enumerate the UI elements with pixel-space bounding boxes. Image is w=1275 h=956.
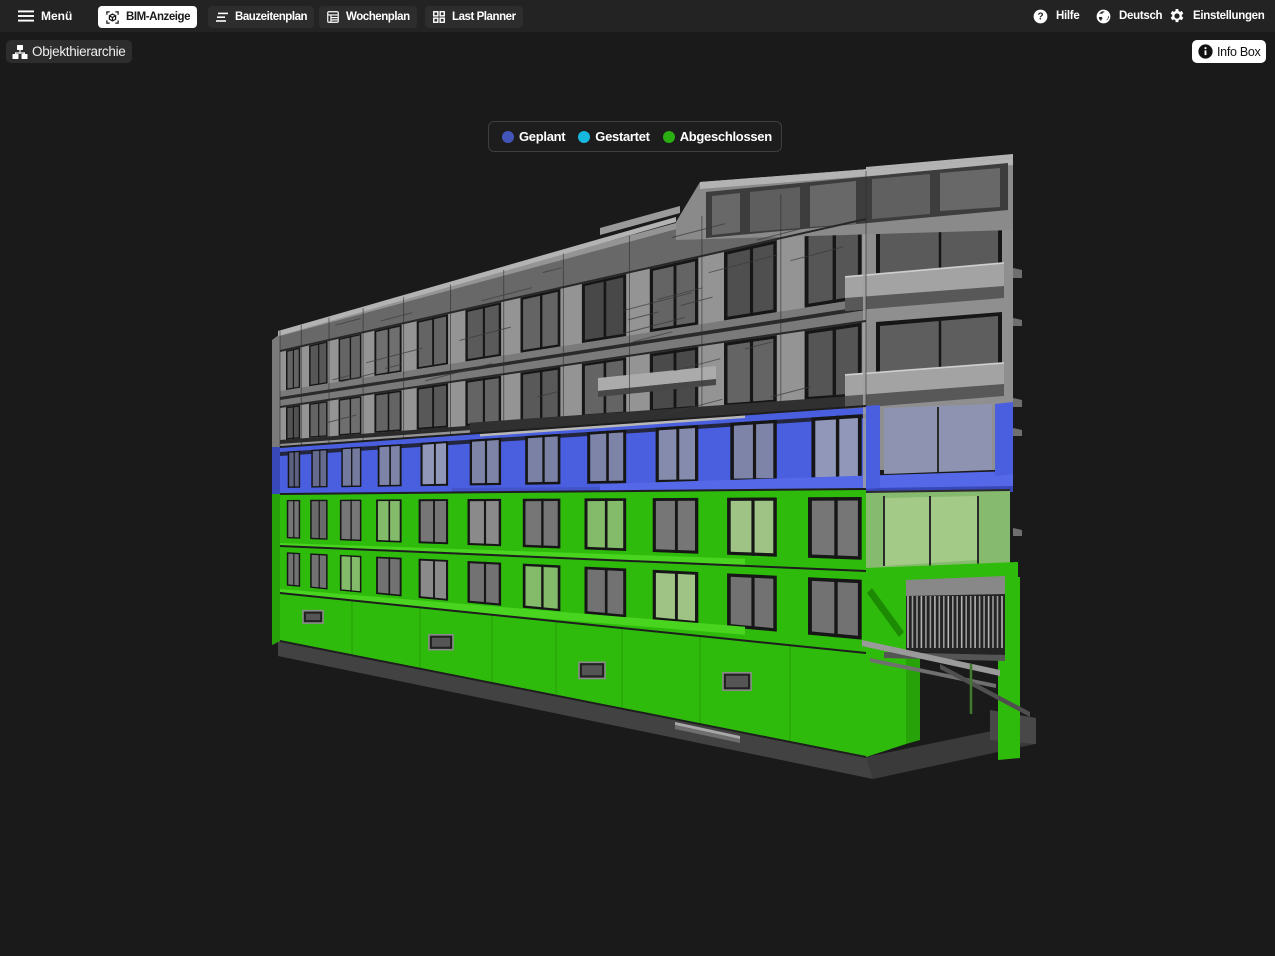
svg-text:?: ? bbox=[1038, 11, 1044, 22]
